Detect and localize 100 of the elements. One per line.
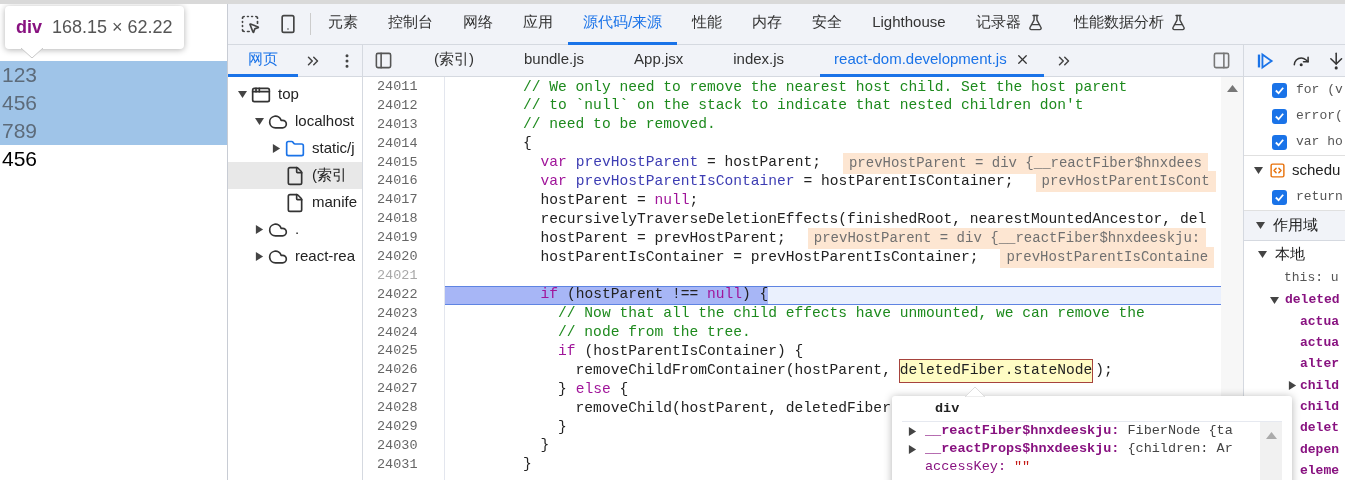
- property-name: __reactProps$hnxdeeskju:: [925, 439, 1120, 458]
- panel-tab[interactable]: 元素: [313, 4, 373, 45]
- scroll-up-arrow-icon[interactable]: [1226, 85, 1238, 92]
- file-name[interactable]: schedu: [1292, 158, 1341, 182]
- navigator-toggle-icon[interactable]: [374, 51, 393, 70]
- code-text: removeChildFromContainer(hostParent,: [574, 360, 891, 380]
- line-number: 24015: [376, 153, 419, 172]
- scope-title[interactable]: 本地: [1275, 242, 1305, 266]
- tree-item[interactable]: localhost: [228, 108, 362, 135]
- collapsed-arrow-icon[interactable]: [908, 426, 917, 436]
- breakpoint-code: var ho: [1296, 133, 1343, 152]
- collapsed-arrow-icon[interactable]: [255, 252, 264, 261]
- collapsed-arrow-icon[interactable]: [255, 225, 264, 234]
- line-number: 24016: [376, 172, 419, 191]
- line-number: 24014: [376, 134, 419, 153]
- panel-tab[interactable]: 应用: [508, 4, 568, 45]
- breakpoint-code: return: [1296, 188, 1343, 207]
- file-tab[interactable]: bundle.js: [510, 44, 599, 77]
- panel-tab[interactable]: 网络: [448, 4, 508, 45]
- file-icon: [285, 192, 305, 213]
- check-icon: [1274, 84, 1285, 96]
- inline-value: prevHostParentIsContaine: [1000, 246, 1215, 268]
- tooltip-size: 168.15 × 62.22: [52, 16, 173, 39]
- folder-icon: [285, 138, 305, 159]
- code-keyword: if: [557, 341, 576, 361]
- checkbox[interactable]: [1272, 108, 1287, 124]
- page-text: 789: [0, 117, 227, 145]
- code-comment: // node from the tree.: [557, 323, 751, 343]
- line-number: 24029: [376, 418, 419, 437]
- inline-value: prevHostParent = div {__reactFiber$hnxdeeskju:: [807, 228, 1207, 250]
- expanded-arrow-icon[interactable]: [1256, 221, 1265, 230]
- collapsed-arrow-icon[interactable]: [908, 444, 917, 454]
- code-keyword: null: [654, 190, 690, 210]
- panel-tab[interactable]: 内存: [737, 4, 798, 45]
- line-number: 24019: [376, 229, 419, 248]
- code-keyword: if: [539, 285, 559, 305]
- property-name: accessKey:: [925, 457, 1006, 476]
- property-name: actua: [1300, 334, 1339, 353]
- popover-scrollbar[interactable]: [1260, 422, 1282, 480]
- code-file-icon: [1269, 161, 1286, 179]
- property-value: "": [1014, 457, 1031, 476]
- expanded-arrow-icon[interactable]: [238, 90, 247, 99]
- tree-item[interactable]: .: [228, 216, 362, 243]
- checkbox[interactable]: [1272, 82, 1287, 98]
- tree-item[interactable]: static/j: [228, 135, 362, 162]
- tree-item[interactable]: manife: [228, 189, 362, 216]
- line-number: 24021: [376, 266, 419, 285]
- tree-item[interactable]: react-rea: [228, 243, 362, 270]
- file-icon: [285, 165, 305, 186]
- property-name: alter: [1300, 355, 1339, 374]
- tree-item[interactable]: (索引: [228, 162, 362, 189]
- code-text: }: [557, 379, 567, 399]
- scope-variable[interactable]: deleted: [1285, 290, 1340, 310]
- code-keyword: var: [539, 171, 567, 191]
- expanded-arrow-icon[interactable]: [1270, 295, 1279, 305]
- collapsed-arrow-icon[interactable]: [1288, 381, 1297, 391]
- property-name: child: [1300, 398, 1339, 417]
- line-number: 24012: [376, 96, 419, 115]
- code-text: = hostParentIsContainer;: [803, 171, 1014, 191]
- checkbox[interactable]: [1272, 189, 1287, 205]
- code-text: ) {: [742, 285, 769, 305]
- inspect-element-icon[interactable]: [240, 14, 260, 34]
- expanded-arrow-icon[interactable]: [255, 117, 264, 126]
- scope-variable: this: u: [1283, 269, 1340, 287]
- tree-item[interactable]: top: [228, 81, 362, 108]
- panel-tab[interactable]: 安全: [797, 4, 858, 45]
- panel-tab[interactable]: 性能: [677, 4, 738, 45]
- code-keyword: null: [707, 285, 743, 305]
- line-number: 24026: [376, 361, 419, 380]
- collapsed-arrow-icon[interactable]: [272, 144, 281, 153]
- line-number: 24027: [376, 380, 419, 399]
- code-comment: // Now that all the child effects have unmounted, we can remove the: [557, 304, 1145, 324]
- code-text: (hostParentIsContainer) {: [584, 341, 804, 361]
- device-toolbar-icon[interactable]: [278, 14, 298, 34]
- code-comment: // need to be removed.: [522, 115, 716, 135]
- expanded-arrow-icon[interactable]: [1258, 249, 1267, 259]
- code-text: (hostParent !==: [566, 285, 699, 305]
- expanded-arrow-icon[interactable]: [1254, 165, 1263, 175]
- code-text: hostParentIsContainer = prevHostParentIsContainer;: [539, 247, 979, 267]
- file-tab[interactable]: react-dom.development.js: [820, 44, 1044, 77]
- line-number: 24024: [376, 323, 419, 342]
- page-text: 123: [0, 61, 227, 89]
- panel-tab[interactable]: Lighthouse: [857, 4, 961, 45]
- checkbox[interactable]: [1272, 134, 1287, 150]
- panel-tab[interactable]: 控制台: [373, 4, 448, 45]
- check-icon: [1274, 191, 1285, 203]
- code-identifier: prevHostParent: [575, 153, 699, 173]
- debugger-toggle-icon[interactable]: [1212, 51, 1231, 70]
- file-tab[interactable]: App.jsx: [620, 44, 698, 77]
- check-icon: [1274, 110, 1285, 122]
- file-tab[interactable]: (索引): [420, 44, 488, 77]
- code-text: }: [557, 417, 567, 437]
- code-identifier: prevHostParentIsContainer: [575, 171, 795, 191]
- file-tab[interactable]: index.js: [719, 44, 799, 77]
- code-text: {: [619, 379, 629, 399]
- code-text: );: [1095, 360, 1113, 380]
- panel-tab[interactable]: 性能数据分析: [1058, 4, 1202, 45]
- panel-tab[interactable]: 记录器: [960, 4, 1059, 45]
- property-name: depen: [1300, 440, 1339, 459]
- code-keyword: var: [539, 153, 567, 173]
